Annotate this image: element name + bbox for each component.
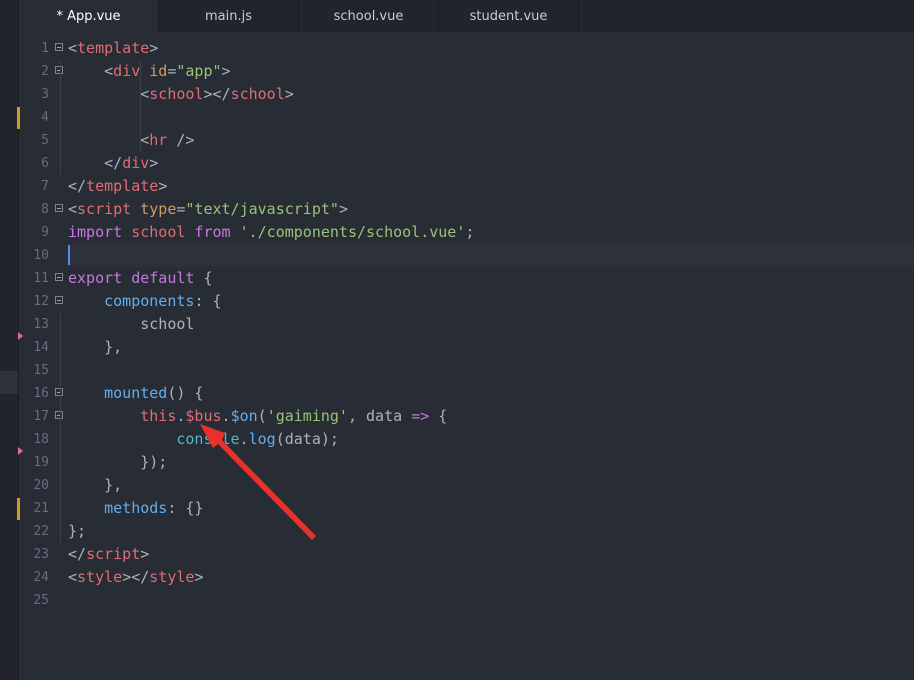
line-number: 20: [33, 478, 49, 493]
line-number: 8: [41, 202, 49, 217]
code-line: };: [68, 522, 87, 540]
code-line: <style></style>: [68, 568, 204, 586]
line-number: 19: [33, 455, 49, 470]
tab-main-js[interactable]: main.js: [159, 0, 299, 32]
code-line: methods: {}: [104, 499, 204, 517]
code-line: this.$bus.$on('gaiming', data => {: [140, 407, 448, 425]
fold-toggle-icon[interactable]: [55, 388, 63, 396]
line-number: 22: [33, 524, 49, 539]
code-line: mounted() {: [104, 384, 204, 402]
fold-toggle-icon[interactable]: [55, 66, 63, 74]
line-number: 7: [41, 179, 49, 194]
code-line: <school></school>: [140, 85, 294, 103]
line-number-gutter: 1 2 3 4 5 6 7 8 9 10 11 12 13 14 15 16 1…: [19, 37, 55, 612]
line-number: 23: [33, 547, 49, 562]
code-line: </template>: [68, 177, 168, 195]
code-line: <template>: [68, 39, 159, 57]
line-number: 4: [41, 110, 49, 125]
line-number: 1: [41, 41, 49, 56]
indent-guide: [60, 60, 61, 175]
code-line: <hr />: [140, 131, 195, 149]
line-number: 14: [33, 340, 49, 355]
fold-toggle-icon[interactable]: [55, 411, 63, 419]
code-line: <div id="app">: [104, 62, 231, 80]
code-line: },: [104, 338, 123, 356]
tab-student-vue[interactable]: student.vue: [439, 0, 579, 32]
line-number: 9: [41, 225, 49, 240]
fold-toggle-icon[interactable]: [55, 296, 63, 304]
code-line: export default {: [68, 269, 213, 287]
tab-bar: * App.vue main.js school.vue student.vue: [19, 0, 914, 32]
line-number: 11: [33, 271, 49, 286]
line-number: 16: [33, 386, 49, 401]
fold-gutter: [55, 37, 67, 428]
line-number: 13: [33, 317, 49, 332]
line-number: 17: [33, 409, 49, 424]
indent-guide: [60, 313, 61, 543]
left-strip: [0, 0, 19, 680]
line-number: 2: [41, 64, 49, 79]
line-number: 12: [33, 294, 49, 309]
code-line-current: [68, 244, 914, 267]
tab-school-vue[interactable]: school.vue: [299, 0, 439, 32]
fold-toggle-icon[interactable]: [55, 204, 63, 212]
line-number: 24: [33, 570, 49, 585]
line-number: 10: [33, 248, 49, 263]
code-line: </div>: [104, 154, 159, 172]
line-number: 3: [41, 87, 49, 102]
fold-toggle-icon[interactable]: [55, 273, 63, 281]
line-number: 15: [33, 363, 49, 378]
code-line: school: [140, 315, 195, 333]
code-line: import school from './components/school.…: [68, 223, 475, 241]
tab-app-vue[interactable]: * App.vue: [19, 0, 159, 32]
code-line: </script>: [68, 545, 150, 563]
code-line: components: {: [104, 292, 222, 310]
fold-toggle-icon[interactable]: [55, 43, 63, 51]
strip-highlight: [0, 371, 18, 394]
code-line: <script type="text/javascript">: [68, 200, 348, 218]
code-editor[interactable]: <template> <div id="app"> <school></scho…: [68, 37, 914, 612]
line-number: 18: [33, 432, 49, 447]
line-number: 21: [33, 501, 49, 516]
code-line: },: [104, 476, 123, 494]
code-line: });: [140, 453, 168, 471]
text-cursor: [68, 245, 70, 265]
code-line: console.log(data);: [176, 430, 339, 448]
line-number: 6: [41, 156, 49, 171]
line-number: 5: [41, 133, 49, 148]
line-number: 25: [33, 593, 49, 608]
